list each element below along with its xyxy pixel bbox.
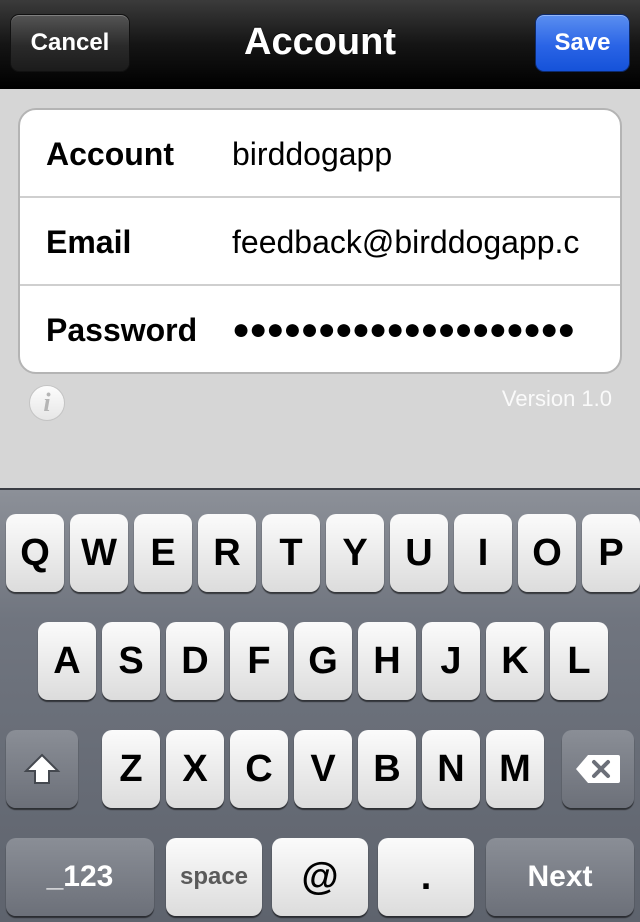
key-j[interactable]: J xyxy=(422,622,480,700)
keyboard: Q W E R T Y U I O P A S D F G H J K L Z … xyxy=(0,488,640,922)
key-x[interactable]: X xyxy=(166,730,224,808)
delete-icon xyxy=(576,755,620,783)
account-row[interactable]: Account birddogapp xyxy=(20,110,620,198)
numbers-key[interactable]: _123 xyxy=(6,838,154,916)
key-h[interactable]: H xyxy=(358,622,416,700)
at-key[interactable]: @ xyxy=(272,838,368,916)
key-d[interactable]: D xyxy=(166,622,224,700)
key-m[interactable]: M xyxy=(486,730,544,808)
email-label: Email xyxy=(46,224,132,260)
key-z[interactable]: Z xyxy=(102,730,160,808)
shift-key[interactable] xyxy=(6,730,78,808)
key-w[interactable]: W xyxy=(70,514,128,592)
key-f[interactable]: F xyxy=(230,622,288,700)
info-icon[interactable]: i xyxy=(29,385,65,421)
key-g[interactable]: G xyxy=(294,622,352,700)
key-n[interactable]: N xyxy=(422,730,480,808)
navigation-bar: Cancel Account Save xyxy=(0,0,640,89)
key-q[interactable]: Q xyxy=(6,514,64,592)
key-l[interactable]: L xyxy=(550,622,608,700)
save-button[interactable]: Save xyxy=(535,14,630,72)
email-row[interactable]: Email feedback@birddogapp.c xyxy=(20,198,620,286)
key-c[interactable]: C xyxy=(230,730,288,808)
key-y[interactable]: Y xyxy=(326,514,384,592)
key-v[interactable]: V xyxy=(294,730,352,808)
account-label: Account xyxy=(46,136,174,172)
key-i[interactable]: I xyxy=(454,514,512,592)
key-s[interactable]: S xyxy=(102,622,160,700)
next-key[interactable]: Next xyxy=(486,838,634,916)
key-b[interactable]: B xyxy=(358,730,416,808)
password-label: Password xyxy=(46,312,198,348)
key-t[interactable]: T xyxy=(262,514,320,592)
version-label: Version 1.0 xyxy=(501,386,612,411)
cancel-button[interactable]: Cancel xyxy=(10,14,130,72)
dot-key[interactable]: . xyxy=(378,838,474,916)
shift-icon xyxy=(23,753,61,784)
account-field[interactable]: birddogapp xyxy=(232,110,594,198)
password-field[interactable]: ●●●●●●●●●●●●●●●●●●●● xyxy=(232,286,594,372)
email-field[interactable]: feedback@birddogapp.c xyxy=(232,198,594,286)
delete-key[interactable] xyxy=(562,730,634,808)
key-a[interactable]: A xyxy=(38,622,96,700)
key-p[interactable]: P xyxy=(582,514,640,592)
page-title: Account xyxy=(244,20,396,63)
key-k[interactable]: K xyxy=(486,622,544,700)
key-o[interactable]: O xyxy=(518,514,576,592)
password-row[interactable]: Password ●●●●●●●●●●●●●●●●●●●● xyxy=(20,286,620,372)
key-u[interactable]: U xyxy=(390,514,448,592)
key-e[interactable]: E xyxy=(134,514,192,592)
key-r[interactable]: R xyxy=(198,514,256,592)
space-key[interactable]: space xyxy=(166,838,262,916)
account-form: Account birddogapp Email feedback@birddo… xyxy=(18,108,622,374)
